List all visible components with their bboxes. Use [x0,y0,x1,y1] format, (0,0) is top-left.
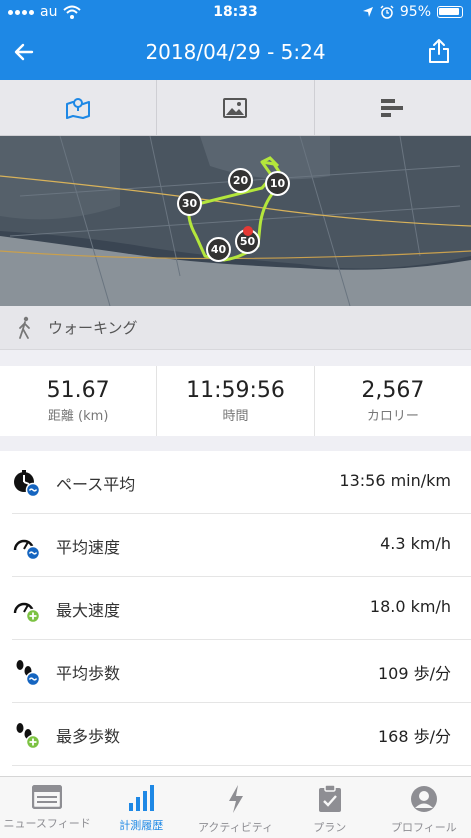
tab-photos[interactable] [157,80,315,135]
status-right: 95% [362,4,463,20]
profile-icon [410,786,437,812]
tab-plan[interactable]: プラン [283,777,377,838]
lightning-icon [228,785,243,813]
pace-clock-icon [14,470,40,497]
calories-label: カロリー [366,409,419,424]
walking-icon [19,316,30,339]
summary-panel: 51.67 距離 (km) 11:59:56 時間 2,567 カロリー [0,366,471,436]
stat-value: 168 歩/分 [377,727,451,746]
arrow-left-icon[interactable] [12,40,36,64]
tab-profile[interactable]: プロフィール [377,777,471,838]
stat-value: 13:56 min/km [339,471,451,490]
summary-distance: 51.67 距離 (km) [0,366,158,436]
tab-label: ニュースフィード [3,817,91,830]
location-arrow-icon [362,7,373,17]
view-tabs [0,80,471,136]
status-bar: au 18:33 95% [0,0,471,24]
tab-label: プラン [313,821,347,834]
summary-calories: 2,567 カロリー [315,366,471,436]
tab-label: プロフィール [391,821,457,834]
app-header: au 18:33 95% 2018/04/29 - 5:24 [0,0,471,80]
battery-percent: 95% [399,4,431,20]
speed-gauge-avg-icon [13,539,40,560]
stat-label: ペース平均 [56,475,136,494]
bottom-tab-bar: ニュースフィード 計測履歴 アクティビティ プラン プロフィール [0,776,471,838]
duration-label: 時間 [222,409,249,424]
alarm-icon [380,5,394,19]
tab-splits[interactable] [315,80,471,135]
page-title: 2018/04/29 - 5:24 [145,40,326,64]
history-chart-icon [129,785,155,811]
calories-value: 2,567 [361,378,425,403]
map-icon [66,97,91,119]
marker-20[interactable]: 20 [228,168,253,193]
tab-newsfeed[interactable]: ニュースフィード [0,777,94,838]
stat-row-max-speed: 最大速度 18.0 km/h [12,577,471,640]
photo-icon [223,97,248,118]
stat-label: 最多歩数 [56,727,121,746]
tab-map[interactable] [0,80,158,135]
stat-value: 4.3 km/h [380,534,451,553]
summary-duration: 11:59:56 時間 [157,366,315,436]
stat-value: 18.0 km/h [369,597,451,616]
stat-row-pace: ペース平均 13:56 min/km [12,451,471,514]
finish-pin-icon [243,226,253,236]
stat-row-max-cadence: 最多歩数 168 歩/分 [12,703,471,766]
map-background [0,136,471,306]
stat-row-avg-speed: 平均速度 4.3 km/h [12,514,471,577]
activity-type-label: ウォーキング [48,319,138,337]
tab-label: 計測履歴 [119,819,164,832]
tab-activity[interactable]: アクティビティ [188,777,282,838]
footsteps-max-icon [16,723,40,749]
footsteps-avg-icon [16,660,40,686]
speed-gauge-max-icon [13,602,40,623]
stats-list: ペース平均 13:56 min/km 平均速度 4.3 km/h 最大速度 18… [0,451,471,776]
stat-label: 平均歩数 [56,664,121,683]
route-map[interactable] [0,136,471,306]
marker-10[interactable]: 10 [265,171,290,196]
stat-value: 109 歩/分 [377,664,451,683]
tab-history[interactable]: 計測履歴 [94,777,188,838]
distance-value: 51.67 [46,378,110,403]
title-bar: 2018/04/29 - 5:24 [0,30,471,74]
stat-label: 平均速度 [56,538,121,557]
clipboard-icon [318,785,341,812]
duration-value: 11:59:56 [186,378,285,403]
tab-label: アクティビティ [197,821,274,834]
stat-label: 最大速度 [56,601,121,620]
distance-label: 距離 (km) [47,409,109,424]
newsfeed-icon [32,785,63,809]
battery-icon [437,6,463,18]
stat-row-avg-cadence: 平均歩数 109 歩/分 [12,640,471,703]
marker-30[interactable]: 30 [177,191,202,216]
share-icon[interactable] [427,38,451,64]
bar-list-icon [380,98,403,117]
activity-type-bar: ウォーキング [0,306,471,350]
marker-40[interactable]: 40 [206,237,231,262]
